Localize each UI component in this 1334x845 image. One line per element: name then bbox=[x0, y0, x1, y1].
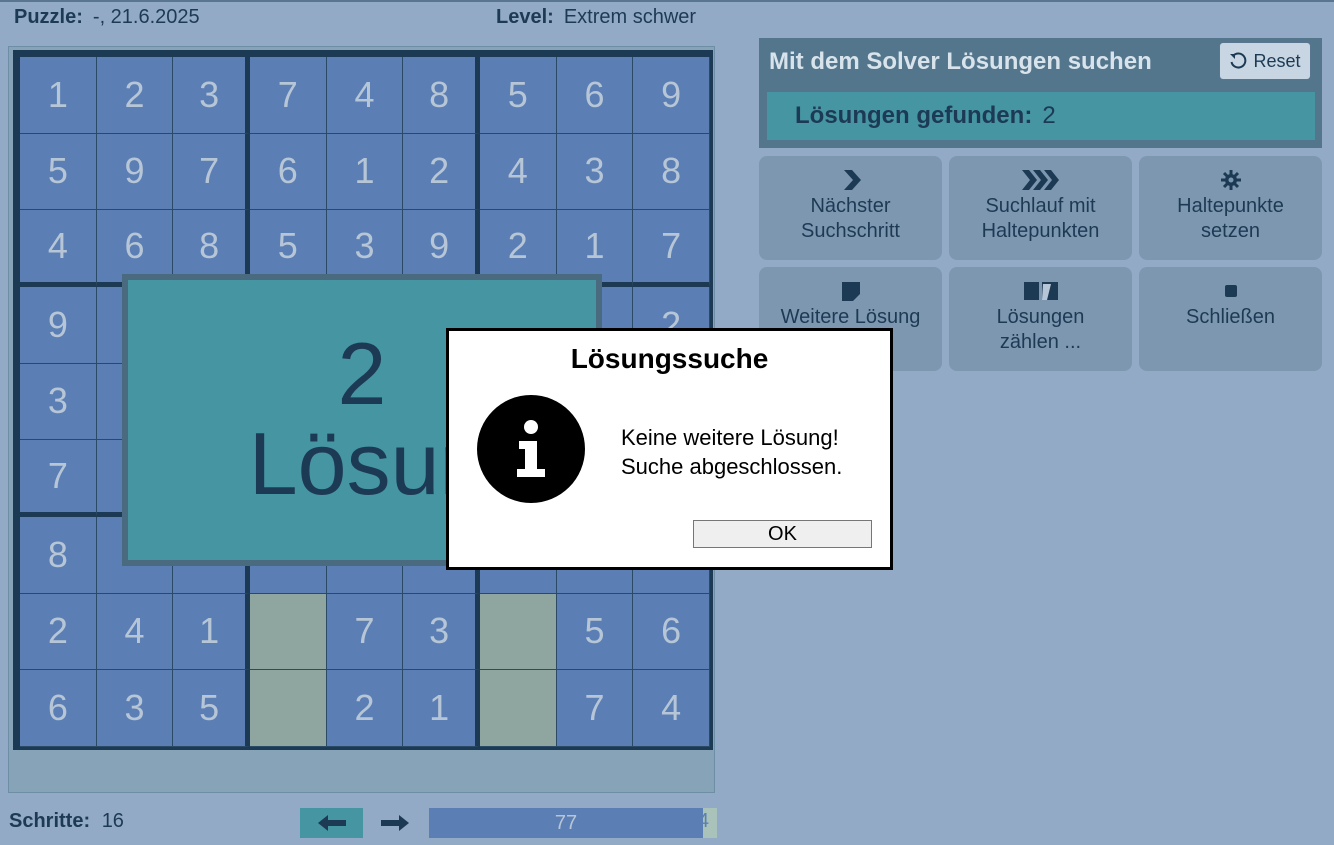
count-solutions-button[interactable]: Lösungen zählen ... bbox=[949, 267, 1132, 371]
run-with-breakpoints-button[interactable]: Suchlauf mit Haltepunkten bbox=[949, 156, 1132, 260]
sudoku-cell[interactable]: 5 bbox=[173, 670, 250, 747]
sudoku-cell[interactable]: 2 bbox=[20, 593, 97, 671]
sudoku-cell[interactable]: 7 bbox=[249, 57, 327, 134]
sudoku-cell[interactable]: 8 bbox=[633, 133, 710, 211]
solver-panel: Mit dem Solver Lösungen suchen Reset Lös… bbox=[759, 38, 1322, 148]
solutions-found-label: Lösungen gefunden: bbox=[795, 102, 1033, 129]
sudoku-cell[interactable]: 7 bbox=[326, 593, 404, 671]
page-icon bbox=[841, 282, 860, 301]
sudoku-cell[interactable]: 9 bbox=[20, 286, 97, 364]
set-breakpoints-button[interactable]: Haltepunkte setzen bbox=[1139, 156, 1322, 260]
sudoku-cell[interactable]: 3 bbox=[556, 133, 634, 211]
step-back-button[interactable] bbox=[300, 808, 363, 838]
tool-label-line2: Suchschritt bbox=[801, 220, 900, 242]
sudoku-cell[interactable]: 9 bbox=[633, 57, 710, 134]
puzzle-label: Puzzle: bbox=[14, 6, 83, 28]
book-icon bbox=[1023, 282, 1058, 300]
sudoku-cell[interactable]: 2 bbox=[326, 670, 404, 747]
tool-label-line1: Haltepunkte bbox=[1177, 195, 1284, 217]
sudoku-cell[interactable]: 9 bbox=[96, 133, 174, 211]
sudoku-cell[interactable]: 3 bbox=[173, 57, 250, 134]
sudoku-cell[interactable]: 6 bbox=[556, 57, 634, 134]
sudoku-cell[interactable]: 6 bbox=[249, 133, 327, 211]
reset-button[interactable]: Reset bbox=[1219, 42, 1311, 80]
sudoku-cell[interactable]: 7 bbox=[173, 133, 250, 211]
sudoku-cell[interactable]: 4 bbox=[479, 133, 557, 211]
info-dialog: Lösungssuche Keine weitere Lösung! Suche… bbox=[446, 328, 893, 570]
sudoku-cell[interactable]: 1 bbox=[20, 57, 97, 134]
sudoku-cell[interactable]: 7 bbox=[20, 440, 97, 517]
sudoku-cell[interactable] bbox=[479, 593, 557, 671]
sudoku-cell[interactable]: 8 bbox=[20, 516, 97, 594]
sudoku-cell[interactable]: 3 bbox=[20, 363, 97, 441]
sudoku-cell[interactable] bbox=[249, 593, 327, 671]
next-step-button[interactable]: Nächster Suchschritt bbox=[759, 156, 942, 260]
arrow-left-icon bbox=[317, 815, 346, 831]
steps-label: Schritte: bbox=[9, 810, 91, 832]
top-border bbox=[0, 0, 1334, 2]
sudoku-cell[interactable] bbox=[479, 670, 557, 747]
progress-value: 77 bbox=[554, 811, 578, 834]
puzzle-value: -, 21.6.2025 bbox=[92, 6, 200, 28]
sudoku-cell[interactable]: 5 bbox=[20, 133, 97, 211]
chevron-right-icon bbox=[843, 170, 861, 190]
stop-icon bbox=[1224, 285, 1237, 297]
sudoku-cell[interactable]: 7 bbox=[633, 210, 710, 287]
tool-label-line2: zählen ... bbox=[999, 331, 1082, 353]
sudoku-cell[interactable]: 5 bbox=[556, 593, 634, 671]
dialog-title: Lösungssuche bbox=[570, 343, 769, 374]
reset-label: Reset bbox=[1253, 50, 1301, 71]
sudoku-cell[interactable]: 4 bbox=[326, 57, 404, 134]
sudoku-cell[interactable]: 2 bbox=[403, 133, 480, 211]
level-info: Level: Extrem schwer bbox=[496, 6, 696, 29]
solver-title: Mit dem Solver Lösungen suchen bbox=[769, 48, 1152, 75]
arrow-right-icon bbox=[381, 815, 409, 831]
tool-label-line1: Weitere Lösung bbox=[780, 306, 921, 328]
info-icon bbox=[477, 395, 585, 503]
close-button[interactable]: Schließen bbox=[1139, 267, 1322, 371]
ok-button[interactable]: OK bbox=[693, 520, 872, 548]
sudoku-cell[interactable]: 8 bbox=[403, 57, 480, 134]
tool-label-line1: Nächster bbox=[810, 195, 891, 217]
sudoku-cell[interactable] bbox=[249, 670, 327, 747]
sudoku-cell[interactable]: 1 bbox=[326, 133, 404, 211]
tool-label-line1: Suchlauf mit bbox=[985, 195, 1096, 217]
tool-label-line2: Haltepunkten bbox=[981, 220, 1100, 242]
sudoku-cell[interactable]: 2 bbox=[96, 57, 174, 134]
sudoku-cell[interactable]: 6 bbox=[633, 593, 710, 671]
sudoku-cell[interactable]: 1 bbox=[173, 593, 250, 671]
dialog-message: Keine weitere Lösung! Suche abgeschlosse… bbox=[621, 423, 842, 481]
gear-icon bbox=[1220, 170, 1241, 190]
sudoku-cell[interactable]: 4 bbox=[633, 670, 710, 747]
solutions-found-value: 2 bbox=[1042, 102, 1056, 129]
sudoku-cell[interactable]: 3 bbox=[96, 670, 174, 747]
step-forward-button[interactable] bbox=[372, 808, 418, 838]
solution-count: 2 bbox=[337, 323, 387, 423]
reset-icon bbox=[1230, 52, 1247, 69]
sudoku-cell[interactable]: 7 bbox=[556, 670, 634, 747]
steps-info: Schritte: 16 bbox=[9, 810, 124, 833]
sudoku-cell[interactable]: 5 bbox=[479, 57, 557, 134]
tool-label-line1: Lösungen bbox=[996, 306, 1085, 328]
sudoku-cell[interactable]: 3 bbox=[403, 593, 480, 671]
level-value: Extrem schwer bbox=[563, 6, 697, 28]
dialog-message-line1: Keine weitere Lösung! bbox=[621, 425, 839, 450]
sudoku-cell[interactable]: 4 bbox=[96, 593, 174, 671]
sudoku-cell[interactable]: 6 bbox=[20, 670, 97, 747]
progress-fill: 77 bbox=[429, 808, 703, 838]
sudoku-cell[interactable]: 1 bbox=[403, 670, 480, 747]
step-progress-bar[interactable]: 4 77 bbox=[429, 808, 717, 838]
puzzle-info: Puzzle: -, 21.6.2025 bbox=[14, 6, 200, 29]
steps-value: 16 bbox=[101, 810, 124, 832]
tool-label-line2: setzen bbox=[1201, 220, 1260, 242]
solutions-found-bar: Lösungen gefunden: 2 bbox=[767, 92, 1315, 140]
sudoku-cell[interactable]: 4 bbox=[20, 210, 97, 287]
triple-chevron-icon bbox=[1021, 170, 1059, 190]
dialog-message-line2: Suche abgeschlossen. bbox=[621, 454, 843, 479]
level-label: Level: bbox=[496, 6, 554, 28]
tool-label-line1: Schließen bbox=[1186, 306, 1275, 328]
